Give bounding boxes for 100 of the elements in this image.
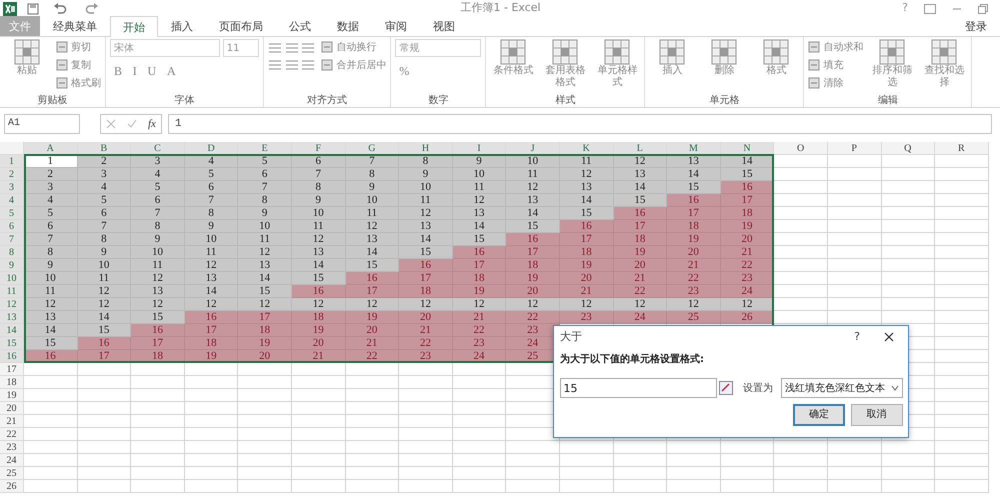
ribbon-button[interactable]: 粘贴 — [4, 39, 50, 77]
row-header[interactable]: 8 — [0, 246, 24, 259]
ribbon-tab[interactable]: 公式 — [276, 16, 324, 36]
ribbon-tab[interactable]: 页面布局 — [206, 16, 276, 36]
help-button[interactable]: ? — [902, 0, 908, 17]
ribbon-tab[interactable]: 审阅 — [372, 16, 420, 36]
ribbon-tab[interactable]: 数据 — [324, 16, 372, 36]
row-header[interactable]: 5 — [0, 207, 24, 220]
font-name-field[interactable]: 常规 — [395, 39, 482, 57]
row-header[interactable]: 19 — [0, 389, 24, 402]
dialog-button[interactable]: 取消 — [850, 404, 902, 426]
ribbon-button[interactable]: 格式刷 — [56, 75, 101, 91]
grid-icon[interactable] — [879, 39, 906, 65]
row-header[interactable]: 18 — [0, 376, 24, 389]
align-icon[interactable] — [301, 58, 316, 70]
column-header[interactable]: R — [935, 142, 989, 155]
grid-icon[interactable] — [931, 39, 958, 65]
help-button[interactable]: ? — [854, 328, 860, 346]
column-header[interactable]: G — [346, 142, 400, 155]
ribbon-display-icon[interactable] — [924, 4, 936, 14]
column-header[interactable]: D — [184, 142, 238, 155]
insert-function-button[interactable]: fx — [148, 116, 156, 132]
grid-icon[interactable] — [763, 39, 790, 65]
formula-field[interactable]: 1 — [168, 114, 992, 134]
grid-icon[interactable] — [552, 39, 578, 65]
ribbon-button[interactable]: 清除 — [808, 75, 864, 91]
row-header[interactable]: 9 — [0, 259, 24, 272]
column-header[interactable]: B — [78, 142, 132, 155]
row-header[interactable]: 14 — [0, 324, 24, 337]
column-header[interactable]: L — [614, 142, 668, 155]
ribbon-tab[interactable]: 开始 — [110, 16, 158, 37]
column-header[interactable]: H — [399, 142, 453, 155]
cancel-icon[interactable] — [106, 119, 116, 129]
name-box[interactable]: A1 — [4, 114, 80, 134]
font-size-field[interactable]: 11 — [222, 39, 259, 57]
row-header[interactable]: 23 — [0, 441, 24, 454]
ribbon-button[interactable]: 复制 — [56, 57, 101, 73]
format-button[interactable]: A — [162, 62, 180, 80]
ribbon-button[interactable]: 删除 — [701, 39, 748, 77]
row-header[interactable]: 12 — [0, 298, 24, 311]
ribbon-button[interactable]: 查找和选择 — [921, 39, 968, 89]
ribbon-button[interactable]: 合并后居中 — [321, 57, 386, 73]
row-header[interactable]: 13 — [0, 311, 24, 324]
undo-icon[interactable] — [53, 2, 67, 14]
ribbon-button[interactable]: 剪切 — [56, 39, 101, 55]
grid-icon[interactable] — [500, 39, 526, 65]
value-field[interactable]: 15 — [560, 378, 718, 398]
redo-icon[interactable] — [85, 2, 99, 14]
align-icon[interactable] — [284, 42, 298, 54]
row-header[interactable]: 24 — [0, 454, 24, 467]
row-header[interactable]: 4 — [0, 194, 24, 207]
ribbon-button[interactable]: 插入 — [649, 39, 696, 77]
ribbon-tab[interactable]: 经典菜单 — [40, 16, 110, 36]
column-header[interactable]: J — [506, 142, 560, 155]
ribbon-button[interactable]: 填充 — [808, 57, 864, 73]
format-button[interactable]: % — [395, 62, 414, 80]
align-icon[interactable] — [268, 42, 282, 54]
row-header[interactable]: 7 — [0, 233, 24, 246]
ribbon-button[interactable]: 格式 — [753, 39, 800, 77]
row-header[interactable]: 10 — [0, 272, 24, 285]
row-header[interactable]: 26 — [0, 480, 24, 493]
ribbon-button[interactable]: 排序和筛选 — [869, 39, 916, 89]
close-icon[interactable] — [884, 332, 894, 342]
file-tab[interactable]: 文件 — [0, 16, 40, 36]
align-icon[interactable] — [301, 42, 316, 54]
column-header[interactable]: E — [238, 142, 292, 155]
save-icon[interactable] — [27, 2, 39, 14]
row-header[interactable]: 16 — [0, 350, 24, 363]
format-button[interactable]: U — [144, 62, 160, 80]
ribbon-tab[interactable]: 插入 — [158, 16, 206, 36]
row-header[interactable]: 25 — [0, 467, 24, 480]
column-header[interactable]: P — [828, 142, 882, 155]
align-icon[interactable] — [268, 58, 282, 70]
ribbon-tab[interactable]: 视图 — [420, 16, 468, 36]
ribbon-button[interactable]: 条件格式 — [490, 39, 536, 77]
column-header[interactable]: O — [774, 142, 828, 155]
sign-in-link[interactable]: 登录 — [952, 16, 1000, 36]
format-button[interactable]: B — [110, 62, 126, 80]
ribbon-button[interactable]: 单元格样式 — [594, 39, 640, 89]
row-header[interactable]: 22 — [0, 428, 24, 441]
ribbon-button[interactable]: 自动换行 — [321, 39, 386, 55]
grid-icon[interactable] — [711, 39, 738, 65]
row-header[interactable]: 21 — [0, 415, 24, 428]
ribbon-button[interactable]: 自动求和 — [808, 39, 864, 55]
row-header[interactable]: 11 — [0, 285, 24, 298]
grid-icon[interactable] — [659, 39, 686, 65]
row-header[interactable]: 20 — [0, 402, 24, 415]
column-header[interactable]: F — [292, 142, 346, 155]
row-header[interactable]: 15 — [0, 337, 24, 350]
row-header[interactable]: 3 — [0, 181, 24, 194]
ribbon-button[interactable]: 套用表格格式 — [542, 39, 588, 89]
column-header[interactable]: Q — [882, 142, 936, 155]
column-header[interactable]: A — [24, 142, 78, 155]
grid-icon[interactable] — [14, 39, 40, 65]
format-dropdown[interactable]: 浅红填充色深红色文本 — [781, 378, 902, 398]
format-button[interactable]: I — [128, 62, 141, 80]
column-header[interactable]: K — [560, 142, 614, 155]
font-name-field[interactable]: 宋体 — [110, 39, 220, 57]
column-header[interactable]: M — [667, 142, 721, 155]
row-header[interactable]: 6 — [0, 220, 24, 233]
